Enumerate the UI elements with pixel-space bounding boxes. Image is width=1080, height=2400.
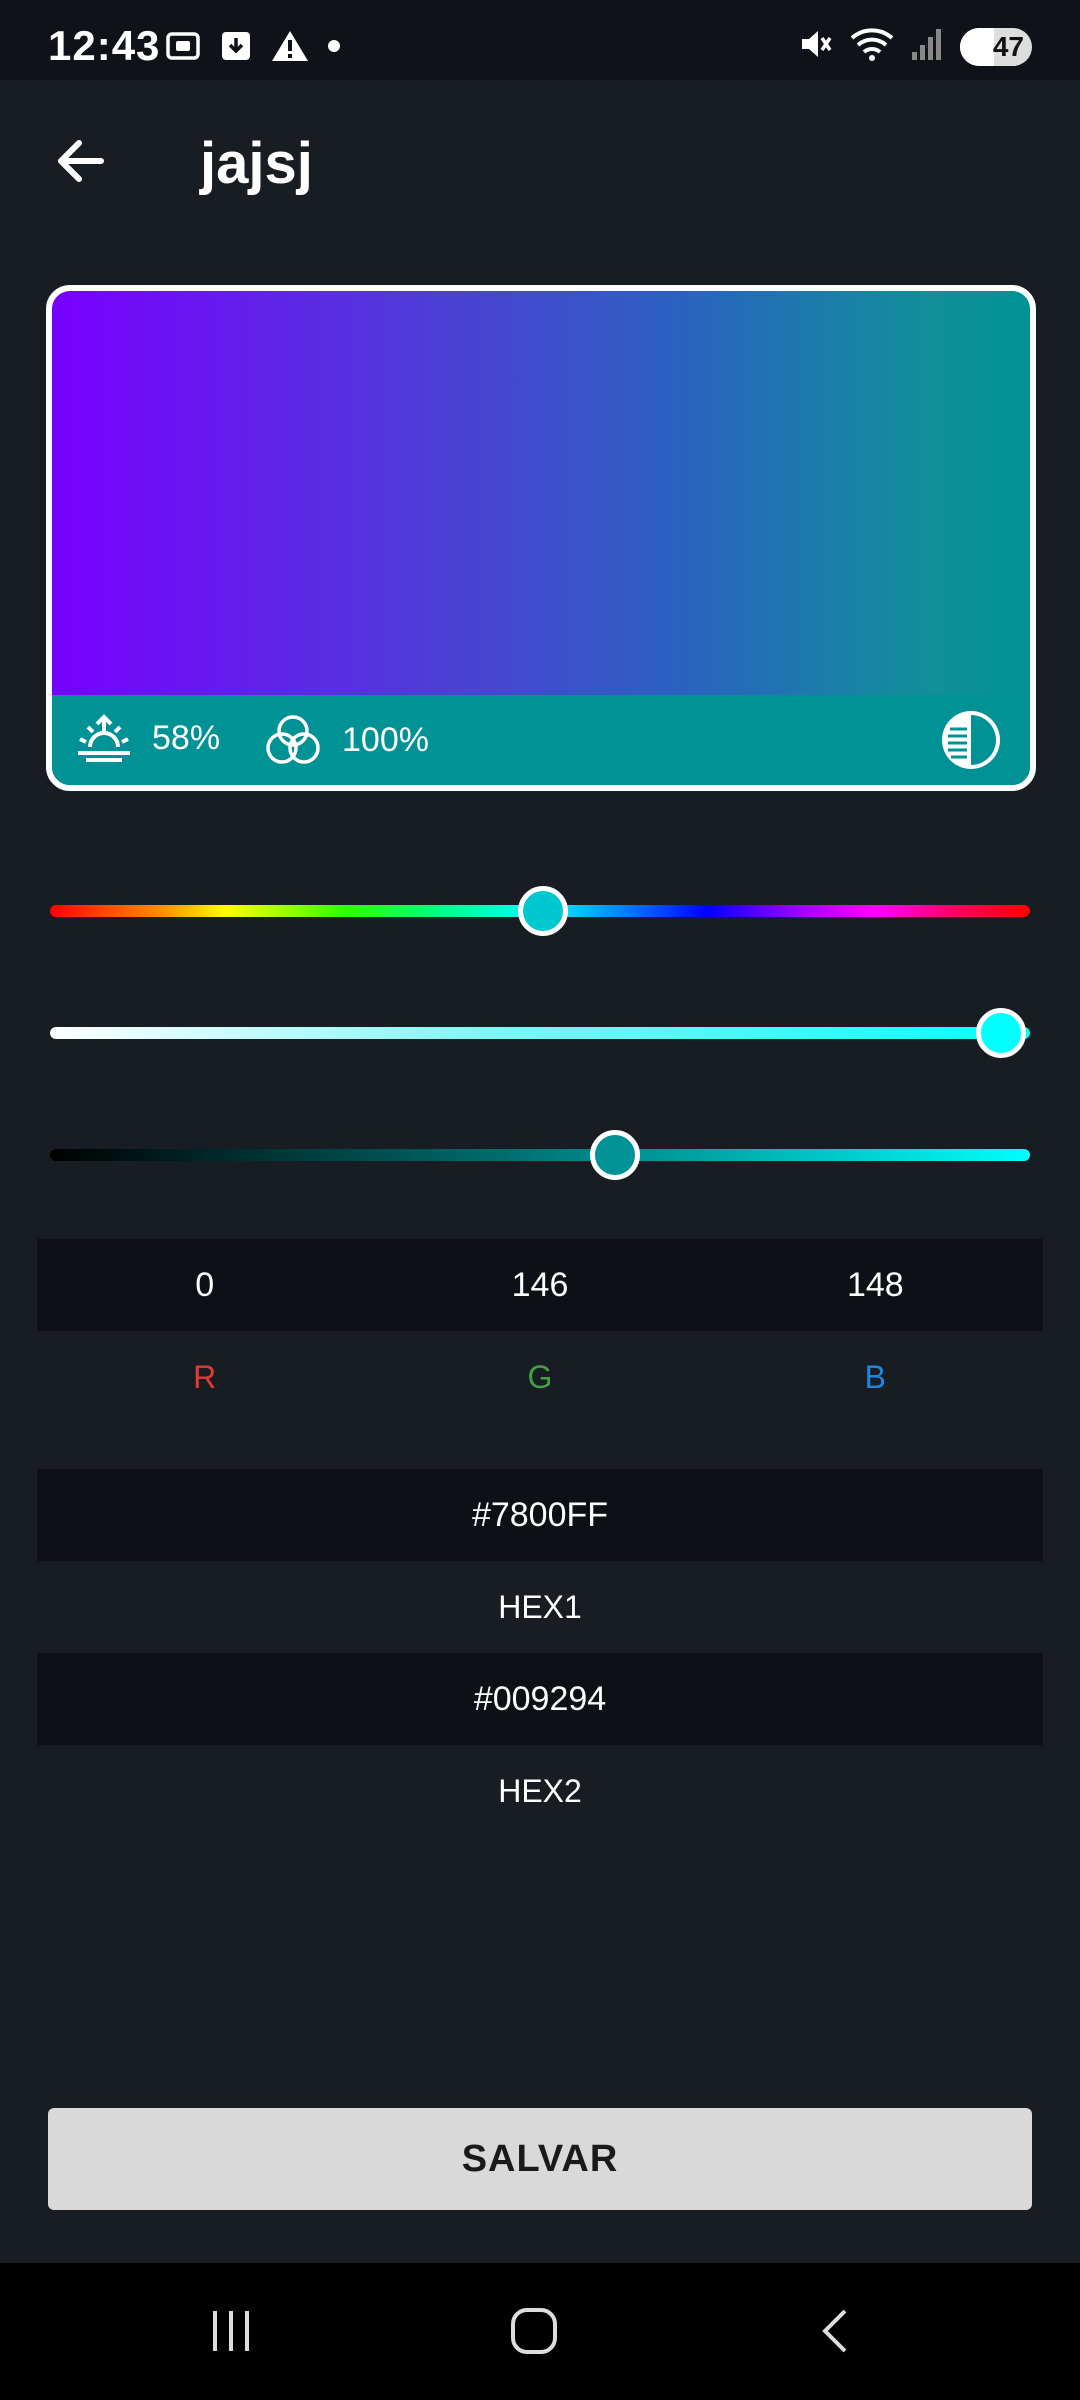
preview-info-bar: 58% 100% [52,695,1030,785]
warning-icon [271,29,309,68]
status-icons-left [165,28,341,69]
system-nav-bar [0,2263,1080,2400]
nav-back-button[interactable] [787,2291,887,2371]
battery-icon: 47 [960,27,1032,66]
saturation-value: 100% [342,720,429,759]
wifi-icon [850,26,894,67]
r-label: R [193,1358,217,1395]
recents-button[interactable] [181,2291,281,2371]
page-title: jajsj [200,131,313,196]
hex2-label: HEX2 [498,1772,582,1809]
g-label: G [527,1358,553,1395]
mute-icon [798,26,834,67]
rgb-labels-row: R G B [37,1331,1043,1423]
contrast-icon[interactable] [940,709,1002,771]
hex1-label: HEX1 [498,1588,582,1625]
saturation-slider-thumb[interactable] [975,1008,1026,1058]
home-button[interactable] [484,2291,584,2371]
dot-icon [327,39,341,58]
saturation-slider[interactable] [50,1008,1030,1058]
status-time: 12:43 [48,22,161,69]
save-button[interactable]: SALVAR [48,2108,1032,2210]
brightness-stat: 58% [76,713,220,763]
hex1-field[interactable]: #7800FF [37,1469,1043,1561]
color-circles-icon [266,715,320,764]
r-value-field[interactable]: 0 [37,1239,372,1331]
color-preview-card: 58% 100% [46,285,1036,791]
saturation-stat: 100% [264,713,429,767]
download-box-icon [219,29,253,68]
back-button[interactable] [44,126,114,196]
sunrise-icon [78,714,130,762]
back-arrow-icon [58,140,104,182]
nav-back-icon [822,2309,847,2353]
g-value-field[interactable]: 146 [372,1239,707,1331]
status-icons-right: 47 [798,26,1032,67]
value-slider[interactable] [50,1130,1030,1180]
rgb-values-row: 0 146 148 [37,1239,1043,1331]
camera-frame-icon [165,28,201,69]
home-icon [511,2308,557,2354]
status-bar: 12:43 47 [0,0,1080,80]
value-slider-thumb[interactable] [590,1130,641,1180]
hex2-field[interactable]: #009294 [37,1653,1043,1745]
hue-slider[interactable] [50,886,1030,936]
brightness-value: 58% [152,718,221,757]
app-header: jajsj [0,80,1080,240]
b-value-field[interactable]: 148 [708,1239,1043,1331]
b-label: B [864,1358,886,1395]
signal-icon [910,26,944,67]
battery-level: 47 [992,30,1024,62]
hue-slider-thumb[interactable] [517,886,568,936]
recents-icon [213,2311,249,2351]
